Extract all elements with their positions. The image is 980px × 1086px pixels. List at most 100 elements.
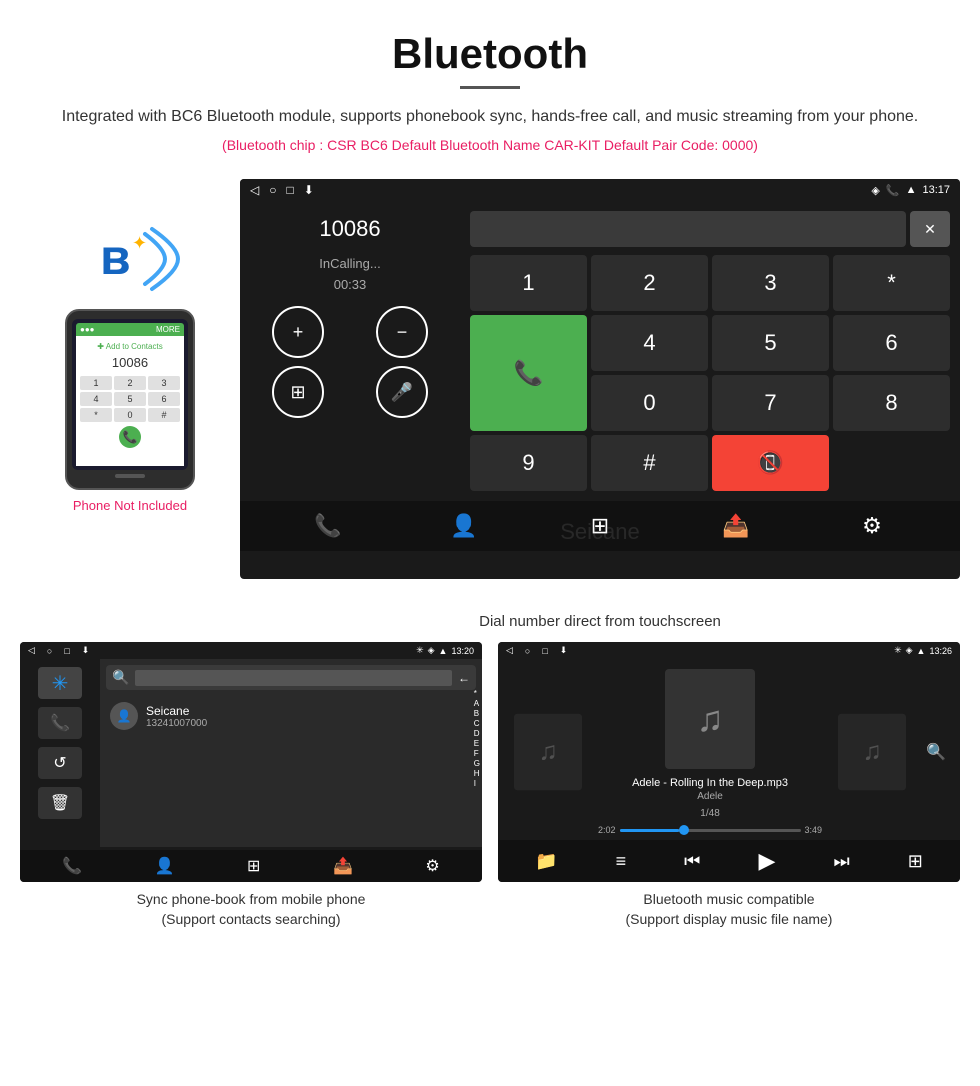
pb-toolbar-grid[interactable]: ⊞ <box>247 856 260 876</box>
home-nav-icon[interactable]: ○ <box>269 183 276 197</box>
dialed-number: 10086 <box>250 216 450 242</box>
music-location-icon: ◈ <box>906 645 913 656</box>
dial-area: 10086 InCalling... 00:33 + − ⊞ <box>240 201 960 501</box>
bluetooth-icon-container: ʙ ✦ <box>90 219 170 299</box>
pb-alpha-G[interactable]: G <box>474 759 480 768</box>
phone-not-included-label: Phone Not Included <box>73 498 187 513</box>
recent-nav-icon[interactable]: □ <box>286 183 293 197</box>
toolbar-phone-icon[interactable]: 📞 <box>308 513 348 539</box>
dialpad-5[interactable]: 5 <box>114 392 146 406</box>
numpad-7[interactable]: 7 <box>712 375 829 431</box>
transfer-button[interactable]: ⊞ <box>272 366 324 418</box>
pb-status-icons: ✳ ◈ ▲ 13:20 <box>416 645 474 656</box>
pb-alpha-I[interactable]: I <box>474 779 480 788</box>
pb-delete-nav-icon[interactable]: 🗑 <box>38 787 82 819</box>
pb-bt-nav-icon[interactable]: ✳ <box>38 667 82 699</box>
pb-alpha-F[interactable]: F <box>474 749 480 758</box>
dialpad-star[interactable]: * <box>80 408 112 422</box>
pb-alpha-star[interactable]: * <box>474 689 480 698</box>
music-track-info: 1/48 <box>598 808 822 819</box>
toolbar-settings-icon[interactable]: ⚙ <box>852 513 892 539</box>
toolbar-transfer-icon[interactable]: 📤 <box>716 513 756 539</box>
pb-back-arrow-icon[interactable]: ← <box>458 671 470 685</box>
numpad-6[interactable]: 6 <box>833 315 950 371</box>
phone-call-button[interactable]: 📞 <box>119 426 141 448</box>
microphone-icon: 🎤 <box>391 382 413 403</box>
music-time-total: 3:49 <box>805 825 823 835</box>
music-progress-track[interactable] <box>620 829 801 832</box>
music-play-icon[interactable]: ▶ <box>758 848 775 874</box>
numpad-2[interactable]: 2 <box>591 255 708 311</box>
numpad-9[interactable]: 9 <box>470 435 587 491</box>
pb-status-bar: ◁ ○ □ ⬇ ✳ ◈ ▲ 13:20 <box>20 642 482 659</box>
numpad-3[interactable]: 3 <box>712 255 829 311</box>
toolbar-contacts-icon[interactable]: 👤 <box>444 513 484 539</box>
main-dialer-caption: Dial number direct from touchscreen <box>240 605 960 642</box>
music-progress-bar: 2:02 3:49 <box>598 825 822 835</box>
numpad-hash[interactable]: # <box>591 435 708 491</box>
pb-bt-icon: ✳ <box>416 645 424 656</box>
pb-time: 13:20 <box>451 646 474 656</box>
toolbar-dialpad-icon[interactable]: ⊞ <box>580 513 620 539</box>
backspace-button[interactable]: ✕ <box>910 211 950 247</box>
pb-toolbar-settings[interactable]: ⚙ <box>425 856 439 876</box>
main-dialer-screenshot: ◁ ○ □ ⬇ ◈ 📞 ▲ 13:17 10086 InCalling... <box>240 179 960 579</box>
music-bt-icon: ✳ <box>894 645 902 656</box>
music-progress-dot <box>679 825 689 835</box>
back-nav-icon[interactable]: ◁ <box>250 183 259 197</box>
main-bottom-toolbar: 📞 👤 ⊞ 📤 ⚙ <box>240 501 960 551</box>
dialpad-1[interactable]: 1 <box>80 376 112 390</box>
music-prev-icon[interactable]: ⏮ <box>684 851 700 872</box>
pb-alpha-A[interactable]: A <box>474 699 480 708</box>
pb-alpha-H[interactable]: H <box>474 769 480 778</box>
pb-alpha-E[interactable]: E <box>474 739 480 748</box>
pb-contact-item[interactable]: 👤 Seicane 13241007000 <box>106 698 476 734</box>
pb-recent[interactable]: □ <box>64 646 69 656</box>
number-input-field[interactable] <box>470 211 906 247</box>
music-home[interactable]: ○ <box>525 646 530 656</box>
pb-home[interactable]: ○ <box>47 646 52 656</box>
music-nav: ◁ ○ □ ⬇ <box>506 645 567 656</box>
pb-toolbar-contacts[interactable]: 👤 <box>155 856 175 876</box>
dialpad-2[interactable]: 2 <box>114 376 146 390</box>
volume-down-button[interactable]: − <box>376 306 428 358</box>
music-time: 13:26 <box>929 646 952 656</box>
status-time: 13:17 <box>922 184 950 196</box>
status-right: ◈ 📞 ▲ 13:17 <box>871 184 950 197</box>
dialpad-hash[interactable]: # <box>148 408 180 422</box>
microphone-button[interactable]: 🎤 <box>376 366 428 418</box>
pb-refresh-nav-icon[interactable]: ↺ <box>38 747 82 779</box>
numpad-4[interactable]: 4 <box>591 315 708 371</box>
dialpad-0[interactable]: 0 <box>114 408 146 422</box>
numpad-1[interactable]: 1 <box>470 255 587 311</box>
pb-alpha-C[interactable]: C <box>474 719 480 728</box>
dialpad-4[interactable]: 4 <box>80 392 112 406</box>
pb-toolbar-phone[interactable]: 📞 <box>62 856 82 876</box>
music-recent[interactable]: □ <box>542 646 547 656</box>
numpad-5[interactable]: 5 <box>712 315 829 371</box>
music-list-icon[interactable]: ≡ <box>616 851 627 872</box>
phone-screen-content: ✚ Add to Contacts 10086 1 2 3 4 5 6 * 0 … <box>76 336 184 466</box>
music-search-button[interactable]: 🔍 <box>922 738 950 766</box>
call-end-button[interactable]: 📵 <box>712 435 829 491</box>
pb-alpha-D[interactable]: D <box>474 729 480 738</box>
dialpad-3[interactable]: 3 <box>148 376 180 390</box>
music-next-icon[interactable]: ⏭ <box>833 851 849 872</box>
music-back[interactable]: ◁ <box>506 645 513 656</box>
pb-phone-nav-icon[interactable]: 📞 <box>38 707 82 739</box>
numpad-star[interactable]: * <box>833 255 950 311</box>
music-folder-icon[interactable]: 📁 <box>535 851 557 872</box>
pb-search-icon[interactable]: 🔍 <box>112 669 129 686</box>
pb-toolbar-transfer[interactable]: 📤 <box>333 856 353 876</box>
pb-back[interactable]: ◁ <box>28 645 35 656</box>
pb-search-input[interactable] <box>135 670 452 686</box>
call-green-button[interactable]: 📞 <box>470 315 587 431</box>
numpad-0[interactable]: 0 <box>591 375 708 431</box>
numpad-8[interactable]: 8 <box>833 375 950 431</box>
dialpad-6[interactable]: 6 <box>148 392 180 406</box>
transfer-icon: ⊞ <box>290 382 305 403</box>
location-icon: ◈ <box>871 184 879 197</box>
music-equalizer-icon[interactable]: ⊞ <box>908 851 923 872</box>
volume-up-button[interactable]: + <box>272 306 324 358</box>
pb-alpha-B[interactable]: B <box>474 709 480 718</box>
